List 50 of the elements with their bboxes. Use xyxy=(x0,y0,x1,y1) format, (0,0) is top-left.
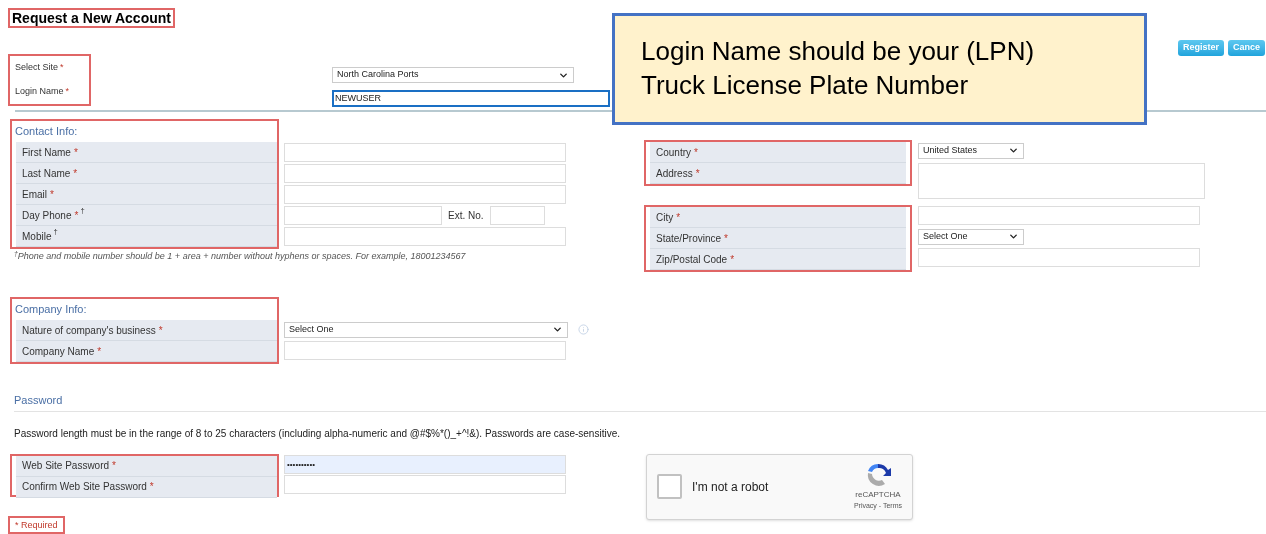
field-label: Day Phone * $^{†}$ xyxy=(16,205,277,226)
field-label: Confirm Web Site Password * xyxy=(16,476,277,498)
page-title: Request a New Account xyxy=(8,8,175,28)
callout-text: Truck License Plate Number xyxy=(641,69,970,102)
field-label: Address * xyxy=(650,163,906,184)
chevron-down-icon xyxy=(1008,145,1019,156)
required-note: * Required xyxy=(8,515,65,534)
dropdown[interactable]: United States xyxy=(918,142,1024,159)
field-label: Nature of company's business * xyxy=(16,320,277,341)
field-label: Zip/Postal Code * xyxy=(650,249,906,270)
field-label: Mobile $^{†}$ xyxy=(16,226,277,247)
input-field[interactable] xyxy=(284,164,566,183)
phone-footnote: $^{†}$Phone and mobile number should be 1 + area + number without hyphens or spaces. For example, 18001234567 xyxy=(13,250,467,263)
field-label: Email * xyxy=(16,184,277,205)
field-label: First Name * xyxy=(16,142,277,163)
input-field[interactable] xyxy=(284,185,566,204)
password-field[interactable] xyxy=(284,475,566,494)
field-label: City * xyxy=(650,207,906,228)
callout-text: Login Name should be your (LPN) xyxy=(641,35,1036,68)
input-field[interactable] xyxy=(284,341,566,360)
input-field[interactable] xyxy=(284,206,442,225)
captcha-label: I'm not a robot xyxy=(692,478,769,496)
field-label: Country * xyxy=(650,142,906,163)
section-heading: Contact Info: xyxy=(14,124,79,140)
input-field[interactable] xyxy=(284,227,566,246)
info-icon[interactable] xyxy=(578,324,589,335)
field-label: Last Name * xyxy=(16,163,277,184)
address-textarea[interactable] xyxy=(918,163,1205,199)
input-field[interactable] xyxy=(918,206,1200,225)
field-label: Login Name * xyxy=(15,85,71,99)
input-field[interactable] xyxy=(284,143,566,162)
ext-label: Ext. No. xyxy=(447,209,485,223)
password-rule: Password length must be in the range of 8 to 25 characters (including alpha-numeric and @#$%*()_+^!&). Passwords are case-sensitive. xyxy=(14,426,621,441)
field-label: State/Province * xyxy=(650,228,906,249)
section-heading: Company Info: xyxy=(14,302,88,318)
chevron-down-icon xyxy=(1008,231,1019,242)
field-label: Company Name * xyxy=(16,341,277,362)
field-label: Select Site * xyxy=(15,61,65,75)
field-label: Web Site Password * xyxy=(16,455,277,477)
section-heading: Password xyxy=(14,393,64,408)
login-name-field[interactable]: NEWUSER xyxy=(332,90,610,107)
dropdown[interactable]: North Carolina Ports xyxy=(332,67,574,83)
recaptcha-brand: reCAPTCHA xyxy=(855,489,901,502)
checkbox[interactable] xyxy=(657,474,682,499)
password-field[interactable]: •••••••••• xyxy=(284,455,566,474)
input-field[interactable] xyxy=(489,206,545,225)
dropdown[interactable]: Select One xyxy=(918,228,1024,245)
dropdown[interactable]: Select One xyxy=(284,321,568,338)
chevron-down-icon xyxy=(552,324,563,335)
input-field[interactable] xyxy=(918,248,1200,267)
